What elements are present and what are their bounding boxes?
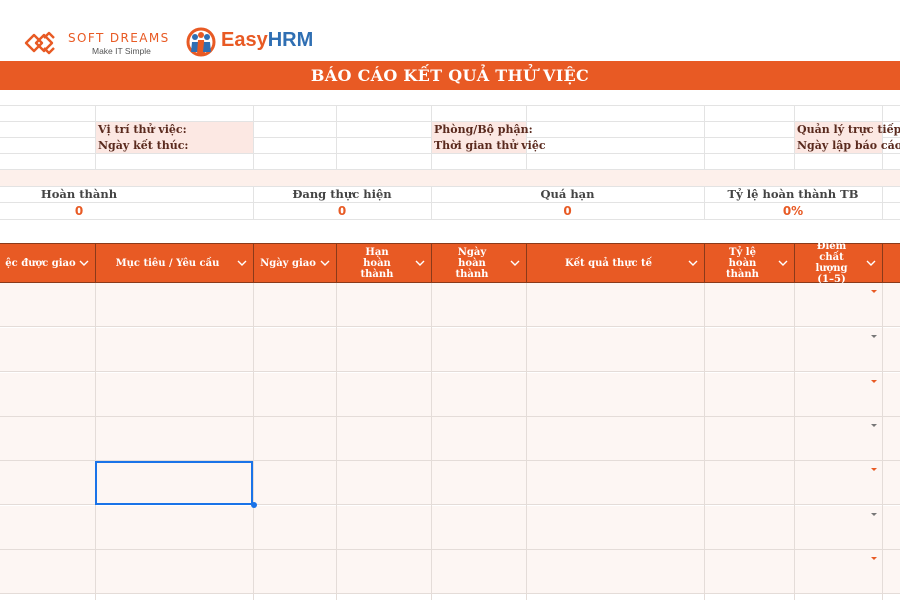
position-label: Vị trí thử việc: [98, 123, 187, 136]
header-quality-score[interactable]: Điểm chất lượng (1–5) [795, 241, 883, 285]
in-progress-value: 0 [337, 204, 347, 218]
chevron-down-icon[interactable] [236, 257, 248, 269]
grid-line [336, 105, 337, 169]
header-tasks[interactable]: ệc được giao [0, 244, 96, 282]
grid-line [253, 105, 254, 169]
grid-line [704, 283, 705, 600]
grid-line [0, 219, 900, 220]
table-header: ệc được giao Mục tiêu / Yêu cầu Ngày gia… [0, 241, 900, 285]
grid-line [882, 105, 883, 169]
table-row[interactable] [0, 283, 900, 327]
grid-line [0, 202, 900, 203]
header-assigned-date-label: Ngày giao [260, 257, 316, 269]
in-progress-label: Đang thực hiện [292, 187, 392, 201]
chevron-down-icon[interactable] [78, 257, 90, 269]
header-quality-score-label: Điểm chất lượng (1–5) [815, 241, 848, 285]
dropdown-arrow-icon[interactable] [871, 380, 877, 383]
dropdown-arrow-icon[interactable] [871, 290, 877, 293]
header-completion-date-label: Ngày hoàn thành [455, 246, 489, 280]
grid-line [431, 105, 432, 169]
overdue-label: Quá hạn [540, 187, 595, 201]
dropdown-arrow-icon[interactable] [871, 513, 877, 516]
fill-handle[interactable] [251, 502, 257, 508]
completed-value: 0 [74, 204, 84, 218]
title-bar: BÁO CÁO KẾT QUẢ THỬ VIỆC [0, 61, 900, 90]
dropdown-arrow-icon[interactable] [871, 424, 877, 427]
header-actual-result[interactable]: Kết quả thực tế [527, 244, 705, 282]
grid-line [95, 105, 96, 169]
grid-line [431, 283, 432, 600]
header-deadline-label: Hạn hoàn thành [360, 246, 394, 280]
grid-line [882, 186, 883, 219]
header-completion-rate[interactable]: Tỷ lệ hoàn thành [705, 244, 795, 282]
table-row[interactable] [0, 373, 900, 417]
table-row[interactable] [0, 328, 900, 372]
department-label: Phòng/Bộ phận: [434, 123, 533, 136]
chevron-down-icon[interactable] [777, 257, 789, 269]
overdue-value: 0 [563, 204, 572, 218]
header-assigned-date[interactable]: Ngày giao [254, 244, 337, 282]
easyhrm-easy: Easy [221, 29, 268, 51]
table-row[interactable] [0, 506, 900, 550]
header-completion-rate-label: Tỷ lệ hoàn thành [726, 246, 759, 280]
grid-line [0, 105, 900, 106]
dropdown-arrow-icon[interactable] [871, 557, 877, 560]
completed-label: Hoàn thành [40, 187, 118, 201]
logo-bar: SOFT DREAMS Make IT Simple EasyHRM [0, 0, 900, 62]
grid-line [253, 283, 254, 600]
report-date-label: Ngày lập báo cáo [797, 139, 900, 152]
summary-band [0, 170, 900, 186]
probation-time-label: Thời gian thử việc [434, 139, 546, 152]
chevron-down-icon[interactable] [687, 257, 699, 269]
selected-cell[interactable] [95, 461, 253, 505]
grid-line [95, 283, 96, 600]
chevron-down-icon[interactable] [865, 257, 877, 269]
table-row[interactable] [0, 417, 900, 461]
table-row[interactable] [0, 550, 900, 594]
header-actual-result-label: Kết quả thực tế [564, 257, 653, 269]
softdreams-name: SOFT DREAMS [68, 31, 170, 45]
grid-line [794, 105, 795, 169]
completion-rate-label: Tỷ lệ hoàn thành TB [727, 187, 859, 201]
end-date-label: Ngày kết thúc: [98, 139, 189, 152]
grid-line [526, 105, 527, 169]
grid-line [336, 283, 337, 600]
header-tasks-label: ệc được giao [5, 257, 76, 269]
softdreams-tagline: Make IT Simple [92, 46, 151, 56]
grid-line [704, 105, 705, 169]
grid-line [0, 153, 900, 154]
completion-rate-value: 0% [782, 204, 804, 218]
easyhrm-logo-icon [186, 27, 216, 57]
header-deadline[interactable]: Hạn hoàn thành [337, 244, 432, 282]
easyhrm-hrm: HRM [267, 29, 314, 51]
softdreams-logo-icon [24, 31, 55, 55]
dropdown-arrow-icon[interactable] [871, 335, 877, 338]
header-goals[interactable]: Mục tiêu / Yêu cầu [96, 244, 254, 282]
grid-line [794, 283, 795, 600]
dropdown-arrow-icon[interactable] [871, 468, 877, 471]
report-title: BÁO CÁO KẾT QUẢ THỬ VIỆC [310, 66, 590, 85]
chevron-down-icon[interactable] [509, 257, 521, 269]
grid-line [882, 283, 883, 600]
easyhrm-name: EasyHRM [221, 29, 313, 52]
header-completion-date[interactable]: Ngày hoàn thành [432, 244, 527, 282]
header-goals-label: Mục tiêu / Yêu cầu [115, 257, 220, 269]
chevron-down-icon[interactable] [319, 257, 331, 269]
grid-line [526, 283, 527, 600]
chevron-down-icon[interactable] [414, 257, 426, 269]
manager-label: Quản lý trực tiếp [797, 123, 900, 136]
